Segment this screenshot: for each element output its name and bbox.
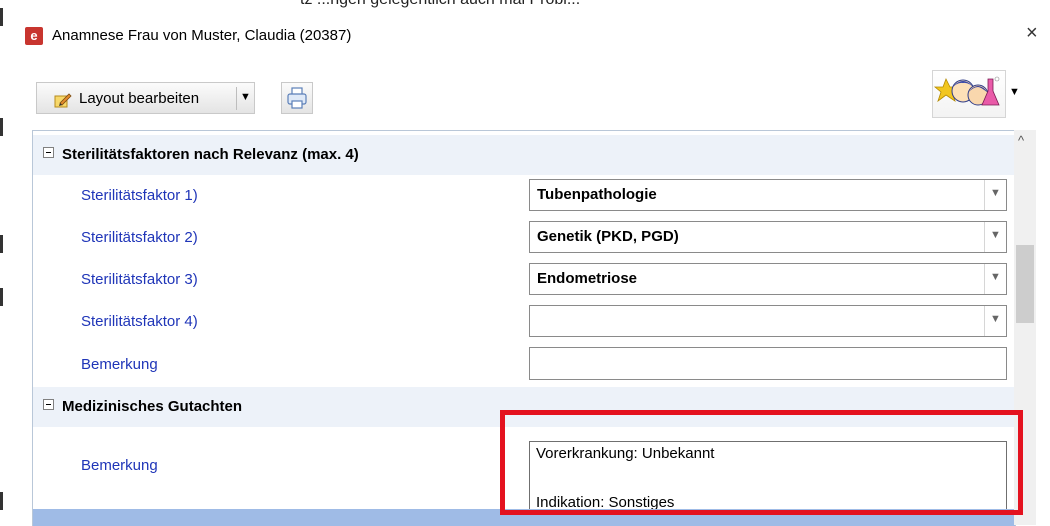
dropdown-button[interactable]: ▼ <box>984 306 1006 336</box>
selected-value: Genetik (PKD, PGD) <box>537 228 679 245</box>
layout-edit-button[interactable]: Layout bearbeiten ▼ <box>36 82 255 114</box>
sterility-factor-2-select[interactable]: Genetik (PKD, PGD) ▼ <box>529 221 1007 253</box>
collapse-toggle-icon[interactable] <box>43 147 54 158</box>
section-title: Medizinisches Gutachten <box>62 398 243 415</box>
window-title: Anamnese Frau von Muster, Claudia (20387… <box>52 27 352 44</box>
app-logo-icon: e <box>25 27 43 45</box>
scroll-thumb[interactable] <box>1016 245 1034 323</box>
selected-value: Endometriose <box>537 270 638 287</box>
dropdown-button[interactable]: ▼ <box>984 264 1006 294</box>
printer-icon <box>287 87 307 109</box>
sterility-factor-4-select[interactable]: ▼ <box>529 305 1007 337</box>
collapse-toggle-icon[interactable] <box>43 399 54 410</box>
chevron-down-icon[interactable]: ▼ <box>240 91 251 103</box>
red-highlight-box <box>500 410 1023 515</box>
sterility-factor-4-label: Sterilitätsfaktor 4) <box>81 313 198 330</box>
profile-avatars-icon <box>933 76 1000 106</box>
profile-icon-box <box>932 70 1006 118</box>
dropdown-button[interactable]: ▼ <box>984 180 1006 210</box>
layout-edit-label: Layout bearbeiten <box>79 90 200 107</box>
chevron-down-icon: ▼ <box>990 313 1001 325</box>
button-separator <box>236 87 237 110</box>
section-header-sterility-factors[interactable]: Sterilitätsfaktoren nach Relevanz (max. … <box>33 135 1015 175</box>
print-button[interactable] <box>281 82 313 114</box>
sterility-factor-1-label: Sterilitätsfaktor 1) <box>81 187 198 204</box>
chevron-down-icon: ▼ <box>990 271 1001 283</box>
profile-menu-button[interactable]: ▼ <box>932 70 1020 118</box>
sterility-factor-3-label: Sterilitätsfaktor 3) <box>81 271 198 288</box>
section-title: Sterilitätsfaktoren nach Relevanz (max. … <box>62 146 359 163</box>
background-cutoff-text: tz ...ngen gelegentlich auch mal Probl..… <box>0 0 1050 10</box>
report-remark-label: Bemerkung <box>81 457 158 474</box>
remark-label: Bemerkung <box>81 356 158 373</box>
chevron-down-icon: ▼ <box>1009 86 1020 98</box>
close-icon[interactable]: × <box>1026 22 1038 45</box>
sterility-factor-2-label: Sterilitätsfaktor 2) <box>81 229 198 246</box>
selected-value: Tubenpathologie <box>537 186 657 203</box>
title-bar: e Anamnese Frau von Muster, Claudia (203… <box>12 10 1050 56</box>
pencil-icon <box>54 93 72 108</box>
sterility-factor-3-select[interactable]: Endometriose ▼ <box>529 263 1007 295</box>
chevron-down-icon: ▼ <box>990 187 1001 199</box>
chevron-down-icon: ▼ <box>990 229 1001 241</box>
dropdown-button[interactable]: ▼ <box>984 222 1006 252</box>
scroll-up-icon[interactable]: ^ <box>1018 133 1024 148</box>
toolbar: Layout bearbeiten ▼ ▼ <box>12 56 1050 138</box>
remark-input[interactable] <box>529 347 1007 380</box>
sterility-factor-1-select[interactable]: Tubenpathologie ▼ <box>529 179 1007 211</box>
edge-marks <box>0 0 4 515</box>
